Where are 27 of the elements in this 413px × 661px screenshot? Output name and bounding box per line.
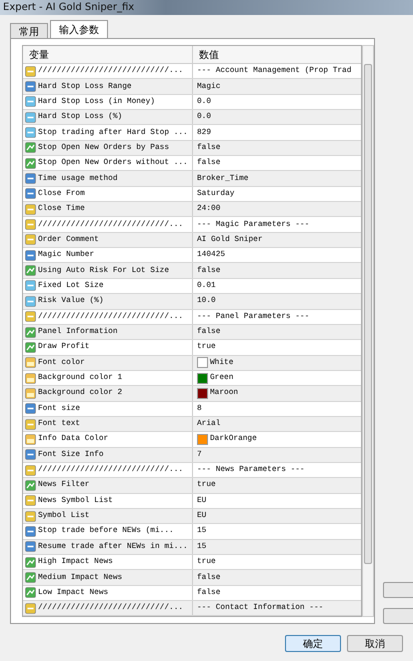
- bool-type-icon: [25, 265, 36, 276]
- column-header[interactable]: 变量: [23, 46, 193, 63]
- scrollbar-thumb[interactable]: [364, 64, 372, 564]
- string-type-icon: [25, 602, 36, 614]
- side-button[interactable]: [383, 608, 413, 624]
- bool-type-icon: [25, 480, 36, 491]
- tab[interactable]: 输入参数: [50, 20, 108, 38]
- side-button[interactable]: [383, 582, 413, 598]
- double-type-icon: [25, 112, 36, 123]
- scrollbar[interactable]: [362, 45, 374, 618]
- int-type-icon: [25, 81, 36, 92]
- tab[interactable]: 常用: [10, 23, 48, 38]
- string-type-icon: [25, 204, 36, 215]
- dialog-button[interactable]: 取消: [347, 635, 403, 652]
- column-header[interactable]: 数值: [193, 46, 362, 63]
- double-type-icon: [25, 296, 36, 307]
- color-type-icon: [25, 357, 36, 368]
- int-type-icon: [25, 173, 36, 184]
- dialog-button[interactable]: 确定: [285, 635, 341, 652]
- bool-type-icon: [25, 326, 36, 338]
- color-type-icon: [25, 372, 36, 384]
- string-type-icon: [25, 510, 36, 522]
- string-type-icon: [25, 418, 36, 430]
- bool-type-icon: [25, 572, 36, 584]
- window-title: Expert - AI Gold Sniper_fix: [3, 2, 134, 13]
- color-type-icon: [25, 434, 36, 445]
- color-type-icon: [25, 388, 36, 399]
